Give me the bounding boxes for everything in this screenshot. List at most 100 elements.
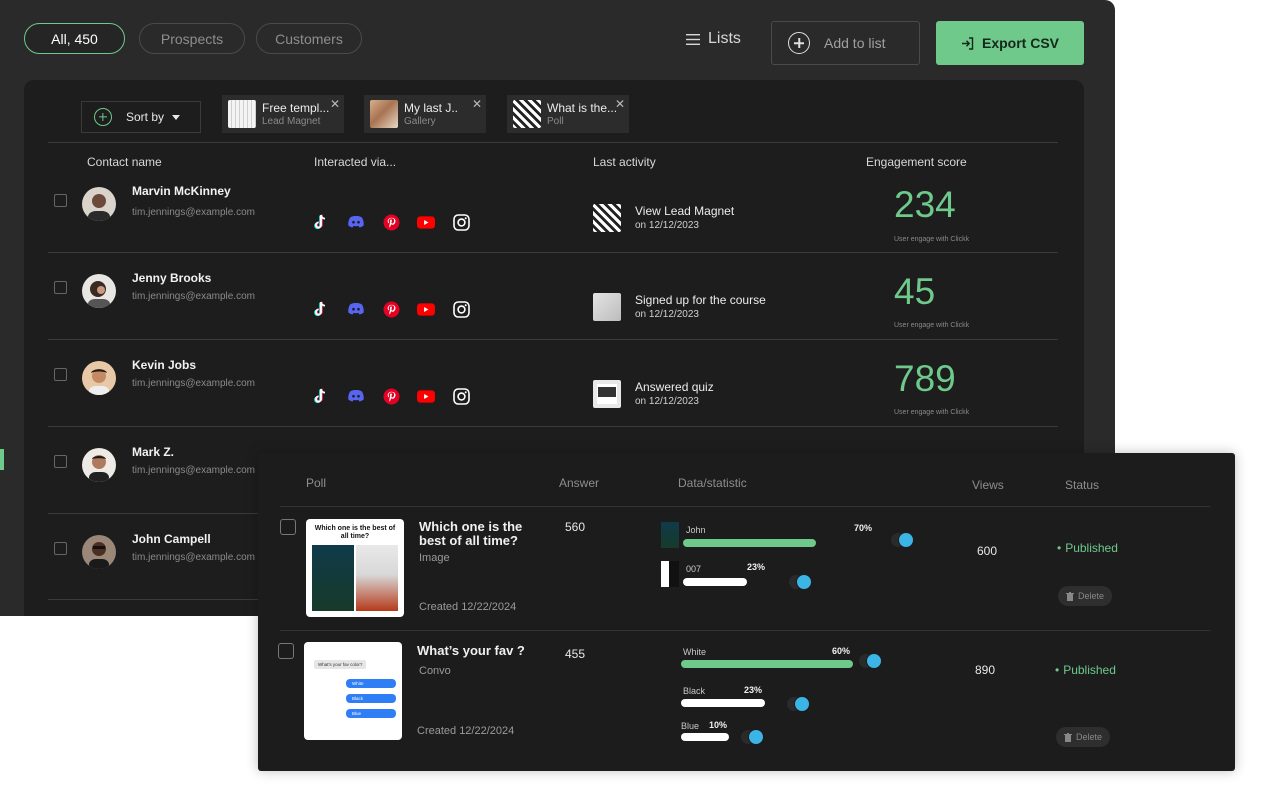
filter-chip-lead-magnet[interactable]: Free templ... Lead Magnet ✕ <box>222 95 344 133</box>
poll-type: Image <box>419 552 450 564</box>
close-icon[interactable]: ✕ <box>472 97 482 111</box>
divider <box>280 630 1210 631</box>
row-checkbox[interactable] <box>54 281 67 294</box>
row-checkbox[interactable] <box>54 368 67 381</box>
poll-thumbnail: What's your fav color? White Black Blue <box>304 642 402 740</box>
youtube-icon[interactable] <box>417 213 435 231</box>
activity-title: View Lead Magnet <box>635 204 735 218</box>
lists-button[interactable]: Lists <box>686 30 741 48</box>
option-bar <box>681 733 729 741</box>
table-row: Kevin Jobs tim.jennings@example.com Answ… <box>24 340 1084 427</box>
tiktok-icon[interactable] <box>312 387 330 405</box>
close-icon[interactable]: ✕ <box>615 97 625 111</box>
filter-prospects[interactable]: Prospects <box>139 23 245 54</box>
discord-icon[interactable] <box>347 387 365 405</box>
voter-avatars <box>788 574 814 592</box>
delete-button[interactable]: Delete <box>1058 586 1113 606</box>
contact-name: John Campell <box>132 532 211 546</box>
voter-avatars <box>858 653 884 671</box>
activity-date: on 12/12/2023 <box>635 220 699 231</box>
option-bar <box>683 539 816 547</box>
contact-name: Mark Z. <box>132 445 175 459</box>
filter-chip-gallery[interactable]: My last J.. Gallery ✕ <box>364 95 486 133</box>
row-checkbox[interactable] <box>54 542 67 555</box>
tiktok-icon[interactable] <box>312 300 330 318</box>
poll-status: Published <box>1057 541 1118 555</box>
chat-bubble: Blue <box>346 709 396 718</box>
sort-by-button[interactable]: Sort by <box>81 101 201 133</box>
engagement-score: 45 <box>894 271 936 312</box>
add-to-list-button[interactable]: Add to list <box>771 21 920 65</box>
youtube-icon[interactable] <box>417 387 435 405</box>
avatar <box>82 448 116 482</box>
trash-icon <box>1064 732 1072 742</box>
sort-by-label: Sort by <box>126 110 165 124</box>
activity-thumbnail <box>593 293 621 321</box>
delete-button[interactable]: Delete <box>1056 727 1111 747</box>
option-thumbnail <box>661 561 679 587</box>
divider <box>48 142 1058 143</box>
voter-avatars <box>786 696 812 714</box>
chip-subtitle: Poll <box>547 116 564 127</box>
pinterest-icon[interactable] <box>382 387 400 405</box>
instagram-icon[interactable] <box>452 387 470 405</box>
discord-icon[interactable] <box>347 300 365 318</box>
row-checkbox[interactable] <box>54 194 67 207</box>
avatar <box>82 535 116 569</box>
row-checkbox[interactable] <box>278 643 294 659</box>
menu-icon <box>686 33 700 45</box>
poll-title: What’s your fav ? <box>417 643 525 658</box>
option-percent: 60% <box>832 646 851 656</box>
filter-all[interactable]: All, 450 <box>24 23 125 54</box>
instagram-icon[interactable] <box>452 213 470 231</box>
instagram-icon[interactable] <box>452 300 470 318</box>
contact-email: tim.jennings@example.com <box>132 291 255 302</box>
discord-icon[interactable] <box>347 213 365 231</box>
pinterest-icon[interactable] <box>382 213 400 231</box>
divider <box>280 506 1210 507</box>
add-circle-icon <box>94 108 112 126</box>
activity-date: on 12/12/2023 <box>635 309 699 320</box>
row-checkbox[interactable] <box>280 519 296 535</box>
engagement-score: 789 <box>894 358 956 399</box>
quiz-image <box>598 387 616 397</box>
movie-poster-john-wick <box>312 545 354 611</box>
option-thumbnail <box>661 522 679 548</box>
contact-name: Jenny Brooks <box>132 271 212 285</box>
export-icon <box>961 36 974 50</box>
table-row: Jenny Brooks tim.jennings@example.com Si… <box>24 253 1084 340</box>
delete-label: Delete <box>1076 732 1103 742</box>
side-marker <box>0 449 4 470</box>
youtube-icon[interactable] <box>417 300 435 318</box>
filter-customers[interactable]: Customers <box>256 23 362 54</box>
export-csv-button[interactable]: Export CSV <box>936 21 1084 65</box>
column-header-status: Status <box>1065 478 1100 492</box>
poll-title: Which one is the best of all time? <box>419 520 522 548</box>
plus-circle-icon <box>788 32 810 54</box>
contact-email: tim.jennings@example.com <box>132 378 255 389</box>
social-icons <box>312 213 470 231</box>
option-bar <box>683 578 747 586</box>
pinterest-icon[interactable] <box>382 300 400 318</box>
option-percent: 10% <box>709 720 728 730</box>
close-icon[interactable]: ✕ <box>330 97 340 111</box>
contact-email: tim.jennings@example.com <box>132 552 255 563</box>
option-bar <box>681 660 853 668</box>
filter-chip-poll[interactable]: What is the... Poll ✕ <box>507 95 629 133</box>
poll-created-date: Created 12/22/2024 <box>417 725 515 737</box>
poll-title-line: best of all time? <box>419 533 518 548</box>
row-checkbox[interactable] <box>54 455 67 468</box>
poll-created-date: Created 12/22/2024 <box>419 601 517 613</box>
poll-status: Published <box>1055 663 1116 677</box>
option-bar <box>681 699 765 707</box>
engagement-score-note: User engage with Clickk <box>894 236 970 243</box>
column-header-views: Views <box>972 478 1004 492</box>
poll-thumbnail <box>513 100 541 128</box>
chip-subtitle: Gallery <box>404 116 436 127</box>
trash-icon <box>1066 591 1074 601</box>
activity-thumbnail <box>593 380 621 408</box>
column-header-stats: Data/statistic <box>678 476 747 490</box>
delete-label: Delete <box>1078 591 1105 601</box>
column-header-answer: Answer <box>559 476 600 490</box>
tiktok-icon[interactable] <box>312 213 330 231</box>
